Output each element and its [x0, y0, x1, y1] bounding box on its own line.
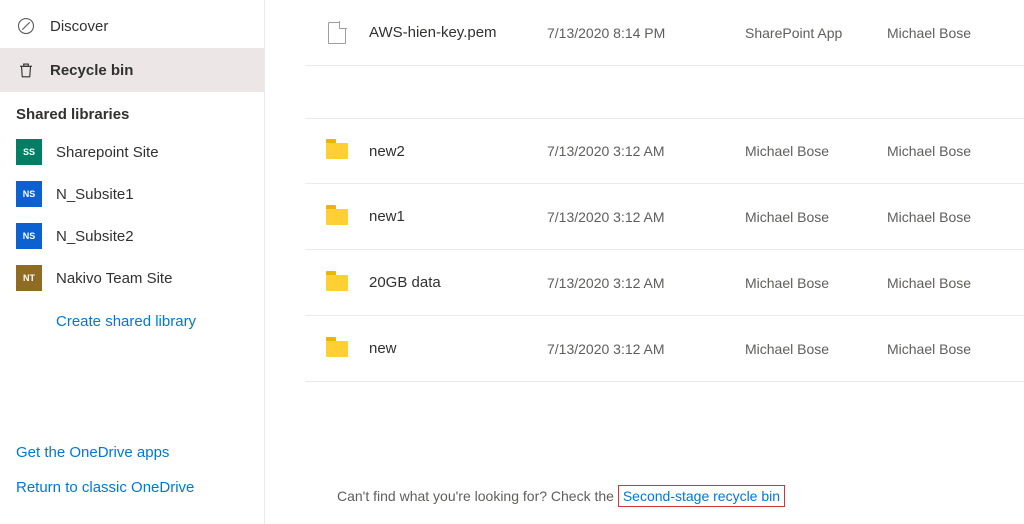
- folder-icon: [326, 209, 348, 225]
- file-name: 20GB data: [369, 274, 547, 291]
- file-row[interactable]: AWS-hien-key.pem 7/13/2020 8:14 PM Share…: [305, 0, 1024, 66]
- return-classic-onedrive-link[interactable]: Return to classic OneDrive: [16, 469, 248, 504]
- library-badge: NS: [16, 181, 42, 207]
- nav-label: Recycle bin: [50, 62, 133, 79]
- file-date: 7/13/2020 3:12 AM: [547, 209, 745, 225]
- file-deleted-by: Michael Bose: [745, 209, 887, 225]
- get-onedrive-apps-link[interactable]: Get the OneDrive apps: [16, 434, 248, 469]
- library-n-subsite2[interactable]: NS N_Subsite2: [0, 215, 264, 257]
- discover-icon: [16, 16, 36, 36]
- file-created-by: Michael Bose: [887, 209, 1024, 225]
- file-name: new2: [369, 143, 547, 160]
- nav-recycle-bin[interactable]: Recycle bin: [0, 48, 264, 92]
- library-label: Nakivo Team Site: [56, 270, 172, 287]
- nav-label: Discover: [50, 18, 108, 35]
- sidebar: Discover Recycle bin Shared libraries SS…: [0, 0, 265, 524]
- file-row[interactable]: 20GB data 7/13/2020 3:12 AM Michael Bose…: [305, 250, 1024, 316]
- spacer: [305, 66, 1024, 118]
- library-sharepoint-site[interactable]: SS Sharepoint Site: [0, 131, 264, 173]
- file-row[interactable]: new1 7/13/2020 3:12 AM Michael Bose Mich…: [305, 184, 1024, 250]
- file-name: AWS-hien-key.pem: [369, 24, 547, 41]
- library-badge: SS: [16, 139, 42, 165]
- file-date: 7/13/2020 3:12 AM: [547, 341, 745, 357]
- recycle-bin-icon: [16, 60, 36, 80]
- file-created-by: Michael Bose: [887, 25, 1024, 41]
- file-deleted-by: Michael Bose: [745, 143, 887, 159]
- create-shared-library-link[interactable]: Create shared library: [0, 299, 264, 330]
- folder-icon: [326, 341, 348, 357]
- file-name: new1: [369, 208, 547, 225]
- library-badge: NS: [16, 223, 42, 249]
- second-stage-recycle-bin-link[interactable]: Second-stage recycle bin: [618, 485, 785, 507]
- library-label: Sharepoint Site: [56, 144, 159, 161]
- file-date: 7/13/2020 3:12 AM: [547, 275, 745, 291]
- file-deleted-by: Michael Bose: [745, 275, 887, 291]
- file-row[interactable]: new2 7/13/2020 3:12 AM Michael Bose Mich…: [305, 118, 1024, 184]
- nav-discover[interactable]: Discover: [0, 4, 264, 48]
- folder-icon: [326, 275, 348, 291]
- file-created-by: Michael Bose: [887, 341, 1024, 357]
- file-date: 7/13/2020 8:14 PM: [547, 25, 745, 41]
- library-label: N_Subsite2: [56, 228, 134, 245]
- main-content: AWS-hien-key.pem 7/13/2020 8:14 PM Share…: [265, 0, 1024, 524]
- recycle-bin-file-list: AWS-hien-key.pem 7/13/2020 8:14 PM Share…: [265, 0, 1024, 382]
- shared-libraries-header: Shared libraries: [0, 92, 264, 131]
- library-label: N_Subsite1: [56, 186, 134, 203]
- file-name: new: [369, 340, 547, 357]
- folder-icon: [326, 143, 348, 159]
- file-created-by: Michael Bose: [887, 275, 1024, 291]
- file-date: 7/13/2020 3:12 AM: [547, 143, 745, 159]
- file-deleted-by: SharePoint App: [745, 25, 887, 41]
- library-nakivo-team-site[interactable]: NT Nakivo Team Site: [0, 257, 264, 299]
- file-row[interactable]: new 7/13/2020 3:12 AM Michael Bose Micha…: [305, 316, 1024, 382]
- library-n-subsite1[interactable]: NS N_Subsite1: [0, 173, 264, 215]
- help-text: Can't find what you're looking for? Chec…: [337, 488, 785, 504]
- sidebar-footer: Get the OneDrive apps Return to classic …: [0, 424, 264, 524]
- library-badge: NT: [16, 265, 42, 291]
- file-created-by: Michael Bose: [887, 143, 1024, 159]
- help-prefix: Can't find what you're looking for? Chec…: [337, 488, 618, 504]
- file-icon: [328, 22, 346, 44]
- file-deleted-by: Michael Bose: [745, 341, 887, 357]
